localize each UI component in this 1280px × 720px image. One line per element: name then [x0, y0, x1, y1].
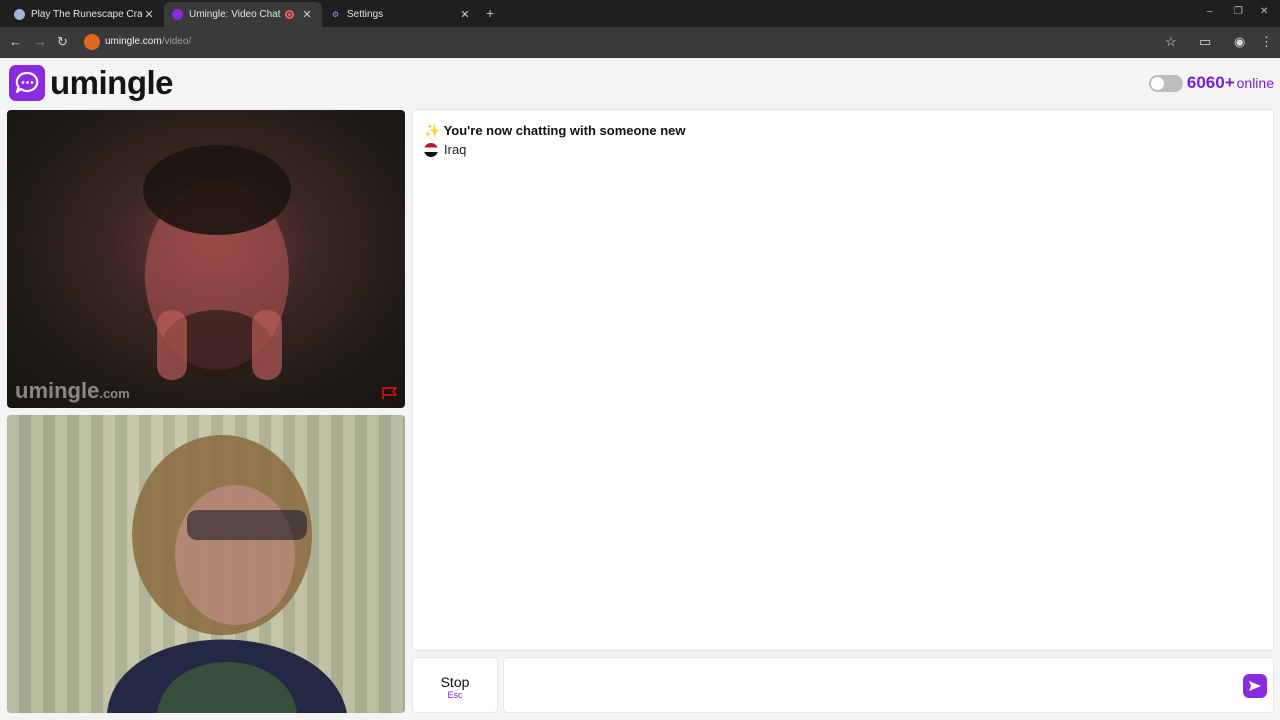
online-label: online: [1236, 75, 1274, 91]
watermark-text: umingle: [15, 378, 100, 403]
chat-log: ✨ You're now chatting with someone new I…: [412, 109, 1274, 651]
window-close-icon[interactable]: ✕: [1260, 6, 1268, 17]
tab-runescape[interactable]: Play The Runescape Cras ✕: [6, 2, 164, 27]
message-input[interactable]: [504, 658, 1224, 712]
online-indicator: 6060+ online: [1148, 73, 1274, 93]
stranger-video: umingle.com: [7, 110, 405, 408]
chat-bubble-icon: [9, 65, 45, 101]
site-logo[interactable]: umingle: [9, 64, 174, 102]
url-path: /video/: [161, 36, 192, 47]
chat-status: ✨ You're now chatting with someone new: [424, 123, 686, 139]
watermark-domain: .com: [99, 386, 130, 401]
close-icon[interactable]: ✕: [142, 8, 156, 21]
page: umingle 6060+ online umingle.com ✨ You'r…: [0, 58, 1280, 720]
self-video: [7, 415, 405, 713]
close-icon[interactable]: ✕: [458, 8, 472, 21]
new-tab-icon[interactable]: +: [486, 5, 494, 21]
theme-toggle[interactable]: [1148, 74, 1183, 92]
close-icon[interactable]: ✕: [300, 8, 314, 21]
stop-button[interactable]: Stop Esc: [412, 657, 498, 713]
send-icon: [1249, 681, 1261, 691]
logo-text: umingle: [50, 64, 174, 101]
minimize-icon[interactable]: –: [1207, 6, 1213, 17]
gear-icon: ⚙: [331, 10, 340, 19]
tab-settings[interactable]: ⚙ Settings ✕: [322, 2, 480, 27]
tab-title: Umingle: Video Chat: [189, 9, 281, 20]
iraq-flag-icon: [424, 142, 438, 157]
video-watermark: umingle.com: [15, 378, 130, 404]
forward-icon[interactable]: →: [34, 34, 47, 50]
tab-title: Settings: [347, 9, 384, 20]
self-video-frame: [7, 415, 405, 713]
bookmark-star-icon[interactable]: ☆: [1165, 34, 1177, 50]
tab-umingle[interactable]: Umingle: Video Chat ✕: [164, 2, 322, 27]
address-bar[interactable]: umingle.com/video/: [105, 36, 191, 47]
recording-icon: [285, 10, 294, 19]
report-flag-icon[interactable]: [381, 386, 399, 400]
online-count: 6060+: [1186, 73, 1235, 92]
chat-status-text: You're now chatting with someone new: [443, 123, 686, 138]
stranger-video-frame: [143, 145, 291, 380]
stop-label: Stop: [440, 674, 470, 690]
stranger-country: Iraq: [424, 142, 466, 157]
browser-tab-bar: Play The Runescape Cras ✕ Umingle: Video…: [0, 0, 1280, 27]
back-icon[interactable]: ←: [9, 34, 22, 50]
restore-icon[interactable]: ❐: [1234, 6, 1243, 17]
site-info-icon[interactable]: [84, 34, 100, 50]
runescape-icon: [14, 9, 25, 20]
tab-title: Play The Runescape Cras: [31, 9, 142, 20]
profile-icon[interactable]: ◉: [1234, 34, 1245, 50]
menu-icon[interactable]: ⋮: [1260, 34, 1273, 50]
umingle-icon: [172, 9, 183, 20]
cast-icon[interactable]: ▭: [1199, 34, 1211, 50]
browser-toolbar: ← → ↻ umingle.com/video/ ☆ ▭ ◉ ⋮: [0, 27, 1280, 58]
reload-icon[interactable]: ↻: [57, 34, 68, 50]
sparkles-icon: ✨: [424, 123, 441, 138]
country-name: Iraq: [444, 142, 467, 157]
send-button[interactable]: [1243, 674, 1267, 698]
stop-shortcut: Esc: [447, 690, 463, 700]
message-box: [503, 657, 1274, 713]
url-host: umingle.com: [105, 36, 162, 47]
